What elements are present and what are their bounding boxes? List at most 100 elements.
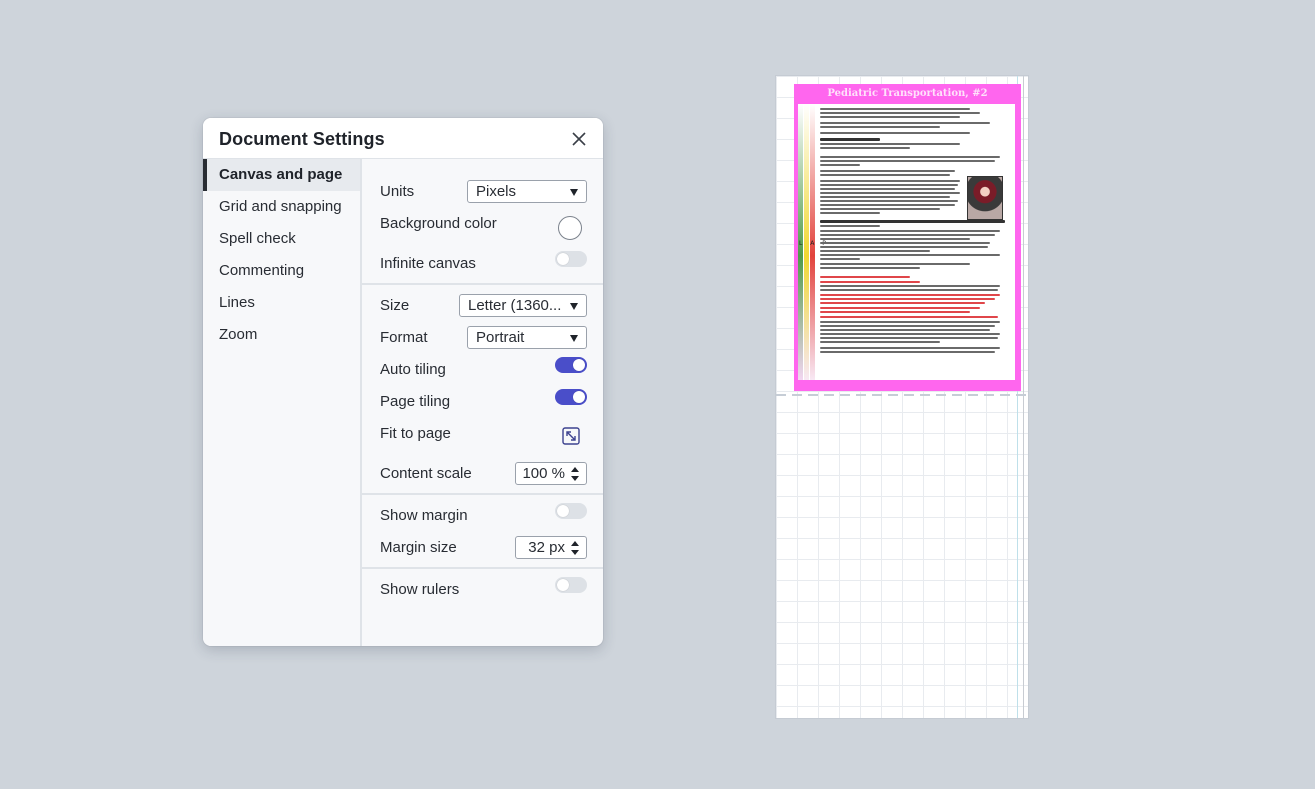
text-line bbox=[820, 160, 995, 162]
text-line bbox=[820, 267, 920, 269]
text-line bbox=[820, 337, 998, 339]
text-line bbox=[820, 156, 1000, 158]
units-value: Pixels bbox=[476, 183, 517, 200]
background-color-label: Background color bbox=[380, 215, 497, 232]
toggle-knob bbox=[557, 505, 569, 517]
fit-to-page-icon bbox=[562, 427, 580, 445]
text-line bbox=[820, 341, 940, 343]
text-line-red bbox=[820, 316, 998, 318]
guide-line bbox=[1023, 76, 1024, 718]
toggle-knob bbox=[557, 253, 569, 265]
text-line-red bbox=[820, 311, 970, 313]
text-line bbox=[820, 329, 990, 331]
background-color-swatch[interactable] bbox=[558, 216, 582, 240]
text-line bbox=[820, 246, 988, 248]
text-line bbox=[820, 208, 940, 210]
sidebar-item-zoom[interactable]: Zoom bbox=[203, 319, 360, 351]
show-rulers-toggle[interactable] bbox=[555, 577, 587, 593]
page-tiling-toggle[interactable] bbox=[555, 389, 587, 405]
chevron-down-icon bbox=[570, 335, 578, 342]
show-margin-label: Show margin bbox=[380, 507, 468, 524]
text-line bbox=[820, 112, 980, 114]
text-line bbox=[820, 132, 970, 134]
toggle-knob bbox=[557, 579, 569, 591]
child-car-seat-photo bbox=[967, 176, 1003, 220]
flyer-document[interactable]: Pediatric Transportation, #2 L A P bbox=[794, 84, 1021, 391]
flyer-body: L A P bbox=[798, 104, 1015, 380]
chevron-down-icon bbox=[570, 189, 578, 196]
text-line bbox=[820, 108, 970, 110]
app-stage: Document Settings Canvas and page Grid a… bbox=[0, 0, 1315, 789]
text-line bbox=[820, 263, 970, 265]
sidebar-item-commenting[interactable]: Commenting bbox=[203, 255, 360, 287]
show-rulers-label: Show rulers bbox=[380, 581, 460, 598]
section-divider bbox=[362, 493, 603, 495]
text-line bbox=[820, 254, 1000, 256]
close-button[interactable] bbox=[567, 128, 591, 150]
sidebar-item-spell-check[interactable]: Spell check bbox=[203, 223, 360, 255]
text-line-red bbox=[820, 307, 980, 309]
text-line bbox=[820, 196, 950, 198]
flyer-footer bbox=[794, 383, 1021, 391]
content-scale-stepper[interactable]: 100 % bbox=[515, 462, 587, 485]
text-line bbox=[820, 289, 998, 291]
stepper-arrows-icon[interactable] bbox=[571, 541, 579, 555]
text-line bbox=[820, 164, 860, 166]
settings-content: Units Pixels Background color Infinite c… bbox=[362, 159, 603, 646]
dialog-title: Document Settings bbox=[219, 129, 385, 149]
dialog-header: Document Settings bbox=[203, 118, 603, 159]
text-line bbox=[820, 325, 995, 327]
units-label: Units bbox=[380, 183, 415, 200]
text-line bbox=[820, 321, 1000, 323]
canvas-page[interactable]: Pediatric Transportation, #2 L A P bbox=[775, 75, 1029, 719]
text-line bbox=[820, 200, 958, 202]
sidebar-item-lines[interactable]: Lines bbox=[203, 287, 360, 319]
margin-size-value: 32 px bbox=[528, 539, 565, 556]
show-margin-toggle[interactable] bbox=[555, 503, 587, 519]
section-divider bbox=[362, 283, 603, 285]
stepper-arrows-icon[interactable] bbox=[571, 467, 579, 481]
text-line-red bbox=[820, 298, 995, 300]
toggle-knob bbox=[573, 359, 585, 371]
text-line bbox=[820, 184, 958, 186]
close-icon bbox=[572, 132, 586, 146]
text-line-red bbox=[820, 302, 985, 304]
size-value: Letter (1360... bbox=[468, 297, 562, 314]
text-line bbox=[820, 234, 995, 236]
text-line bbox=[820, 242, 990, 244]
format-label: Format bbox=[380, 329, 428, 346]
page-tiling-label: Page tiling bbox=[380, 393, 451, 410]
text-line bbox=[820, 116, 960, 118]
infinite-canvas-toggle[interactable] bbox=[555, 251, 587, 267]
format-value: Portrait bbox=[476, 329, 525, 346]
text-line bbox=[820, 238, 970, 240]
text-line bbox=[820, 180, 960, 182]
size-select[interactable]: Letter (1360... bbox=[459, 294, 587, 317]
auto-tiling-label: Auto tiling bbox=[380, 361, 446, 378]
text-line bbox=[820, 147, 910, 149]
sidebar-item-canvas-and-page[interactable]: Canvas and page bbox=[203, 159, 360, 191]
sidebar-item-grid-and-snapping[interactable]: Grid and snapping bbox=[203, 191, 360, 223]
content-scale-label: Content scale bbox=[380, 465, 472, 482]
document-settings-dialog: Document Settings Canvas and page Grid a… bbox=[203, 118, 603, 646]
auto-tiling-toggle[interactable] bbox=[555, 357, 587, 373]
units-select[interactable]: Pixels bbox=[467, 180, 587, 203]
text-line bbox=[820, 122, 990, 124]
text-line bbox=[820, 192, 960, 194]
text-line bbox=[820, 333, 1000, 335]
toggle-knob bbox=[573, 391, 585, 403]
text-line bbox=[820, 143, 960, 145]
infinite-canvas-label: Infinite canvas bbox=[380, 255, 476, 272]
text-heading bbox=[820, 138, 880, 141]
text-line bbox=[820, 258, 860, 260]
margin-size-stepper[interactable]: 32 px bbox=[515, 536, 587, 559]
format-select[interactable]: Portrait bbox=[467, 326, 587, 349]
text-line bbox=[820, 285, 1000, 287]
size-label: Size bbox=[380, 297, 410, 314]
text-line bbox=[820, 351, 995, 353]
text-line bbox=[820, 250, 930, 252]
text-line bbox=[820, 230, 1000, 232]
fit-to-page-button[interactable] bbox=[562, 427, 580, 445]
text-heading bbox=[820, 220, 1005, 223]
content-scale-value: 100 % bbox=[522, 465, 565, 482]
